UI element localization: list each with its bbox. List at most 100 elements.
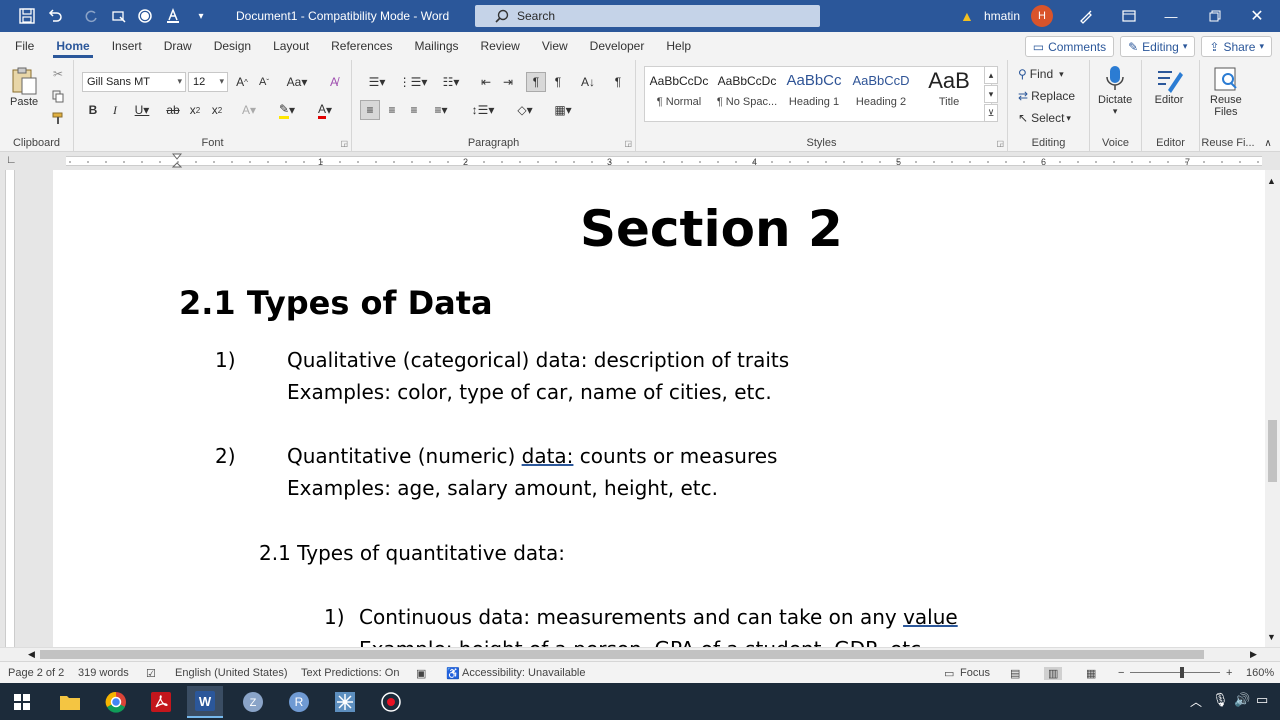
- zotero-icon[interactable]: Z: [235, 686, 271, 718]
- tab-review[interactable]: Review: [470, 32, 531, 60]
- tab-view[interactable]: View: [531, 32, 579, 60]
- pen-icon[interactable]: [1063, 0, 1109, 32]
- comments-button[interactable]: ▭ Comments: [1024, 36, 1115, 57]
- search-box[interactable]: Search: [475, 5, 820, 27]
- horizontal-scrollbar[interactable]: ◀ ▶: [0, 647, 1280, 661]
- vertical-ruler[interactable]: [0, 170, 20, 647]
- zoom-slider-thumb[interactable]: [1180, 667, 1184, 678]
- line-spacing-icon[interactable]: ↕☰▾: [468, 100, 498, 120]
- style-no-spacing[interactable]: AaBbCcDc ¶ No Spac...: [714, 70, 780, 116]
- shrink-font-icon[interactable]: Aˇ: [254, 72, 274, 92]
- zoom-level[interactable]: 160%: [1246, 667, 1274, 679]
- tab-developer[interactable]: Developer: [579, 32, 656, 60]
- accessibility-icon[interactable]: ♿: [446, 667, 460, 680]
- restore-icon[interactable]: [1192, 0, 1238, 32]
- align-center-icon[interactable]: ≡: [382, 100, 402, 120]
- format-painter-icon[interactable]: [50, 110, 66, 126]
- r-app-icon[interactable]: R: [281, 686, 317, 718]
- font-name-select[interactable]: Gill Sans MT ▾: [82, 72, 186, 92]
- minimize-icon[interactable]: —: [1148, 0, 1194, 32]
- clear-formatting-icon[interactable]: A̸: [324, 72, 344, 92]
- windows-start-icon[interactable]: [4, 686, 40, 718]
- chevron-up-icon[interactable]: ▴: [984, 66, 998, 84]
- align-right-icon[interactable]: ≡: [404, 100, 424, 120]
- change-case-icon[interactable]: Aa▾: [282, 72, 312, 92]
- shading-icon[interactable]: ◇▾: [510, 100, 540, 120]
- avatar[interactable]: H: [1031, 5, 1053, 27]
- tab-home[interactable]: Home: [45, 32, 100, 60]
- dialog-launcher-icon[interactable]: ◲: [996, 139, 1004, 148]
- underline-icon[interactable]: U▾: [128, 100, 156, 120]
- editing-mode-button[interactable]: ✎ Editing ▾: [1120, 36, 1196, 57]
- web-layout-icon[interactable]: ▦: [1086, 667, 1096, 680]
- text-effects-icon[interactable]: A▾: [236, 100, 262, 120]
- subscript-icon[interactable]: x2: [186, 100, 204, 120]
- rtl-direction-icon[interactable]: ¶: [548, 72, 568, 92]
- screen-recorder-icon[interactable]: [373, 686, 409, 718]
- tab-insert[interactable]: Insert: [101, 32, 153, 60]
- justify-icon[interactable]: ≡▾: [426, 100, 456, 120]
- redo-icon[interactable]: [78, 3, 104, 29]
- macro-icon[interactable]: ▣: [416, 667, 426, 680]
- font-size-select[interactable]: 12 ▾: [188, 72, 228, 92]
- dialog-launcher-icon[interactable]: ◲: [624, 139, 632, 148]
- microphone-tray-icon[interactable]: 🎙: [1212, 692, 1229, 708]
- snowflake-app-icon[interactable]: [327, 686, 363, 718]
- zoom-out-icon[interactable]: −: [1118, 667, 1124, 679]
- superscript-icon[interactable]: x2: [208, 100, 226, 120]
- tab-mailings[interactable]: Mailings: [403, 32, 469, 60]
- bold-icon[interactable]: B: [84, 100, 102, 120]
- indent-marker-icon[interactable]: [171, 153, 183, 169]
- style-heading-2[interactable]: AaBbCcD Heading 2: [848, 70, 914, 116]
- volume-icon[interactable]: 🔊: [1234, 692, 1250, 708]
- find-button[interactable]: ⚲ Find ▾: [1018, 64, 1064, 84]
- select-button[interactable]: ↖ Select ▾: [1018, 108, 1071, 128]
- chrome-icon[interactable]: [98, 686, 134, 718]
- tab-references[interactable]: References: [320, 32, 403, 60]
- copy-icon[interactable]: [50, 88, 66, 104]
- font-color-icon[interactable]: A ▾: [310, 100, 340, 120]
- numbering-icon[interactable]: ⋮☰▾: [396, 72, 430, 92]
- reuse-files-button[interactable]: Reuse Files: [1210, 64, 1242, 118]
- undo-icon[interactable]: [42, 3, 68, 29]
- touch-mode-icon[interactable]: [106, 3, 132, 29]
- record-icon[interactable]: [132, 3, 158, 29]
- accessibility-status[interactable]: Accessibility: Unavailable: [462, 667, 586, 679]
- tab-layout[interactable]: Layout: [262, 32, 320, 60]
- style-heading-1[interactable]: AaBbCc Heading 1: [781, 70, 847, 116]
- align-left-icon[interactable]: ≡: [360, 100, 380, 120]
- bullets-icon[interactable]: ☰▾: [360, 72, 394, 92]
- replace-button[interactable]: ⇄ Replace: [1018, 86, 1075, 106]
- chevron-down-icon[interactable]: ▼: [1267, 632, 1276, 642]
- tab-draw[interactable]: Draw: [153, 32, 203, 60]
- increase-indent-icon[interactable]: ⇥: [498, 72, 518, 92]
- paste-button[interactable]: Paste: [10, 66, 38, 108]
- h-scroll-thumb[interactable]: [40, 650, 1204, 659]
- dialog-launcher-icon[interactable]: ◲: [340, 139, 348, 148]
- multilevel-list-icon[interactable]: ☷▾: [434, 72, 468, 92]
- warning-icon[interactable]: ▲: [960, 8, 974, 24]
- chevron-up-icon[interactable]: ︿: [1190, 693, 1202, 710]
- style-title[interactable]: AaB Title: [916, 70, 982, 116]
- collapse-ribbon-icon[interactable]: ∧: [1260, 136, 1276, 150]
- chevron-down-icon[interactable]: ▾: [984, 85, 998, 103]
- tab-stop-icon[interactable]: ∟: [6, 154, 17, 166]
- zoom-slider[interactable]: [1130, 672, 1220, 673]
- vertical-scrollbar[interactable]: ▲ ▼: [1265, 170, 1280, 647]
- ltr-direction-icon[interactable]: ¶: [526, 72, 546, 92]
- customize-qat-icon[interactable]: ▾: [188, 3, 214, 29]
- highlight-color-icon[interactable]: ✎ ▾: [272, 100, 302, 120]
- more-styles-icon[interactable]: ⊻: [984, 104, 998, 122]
- chevron-up-icon[interactable]: ▲: [1267, 176, 1276, 186]
- decrease-indent-icon[interactable]: ⇤: [476, 72, 496, 92]
- font-color-quick-icon[interactable]: [160, 3, 186, 29]
- document-page[interactable]: Section 2 2.1 Types of Data 1) Qualitati…: [53, 170, 1265, 647]
- user-name[interactable]: hmatin: [984, 9, 1020, 23]
- sort-icon[interactable]: A↓: [578, 72, 598, 92]
- chevron-right-icon[interactable]: ▶: [1250, 649, 1257, 660]
- word-count[interactable]: 319 words: [78, 667, 129, 679]
- print-layout-icon[interactable]: ▥: [1044, 667, 1063, 680]
- word-taskbar-icon[interactable]: W: [187, 686, 223, 718]
- show-formatting-icon[interactable]: ¶: [608, 72, 628, 92]
- borders-icon[interactable]: ▦▾: [548, 100, 578, 120]
